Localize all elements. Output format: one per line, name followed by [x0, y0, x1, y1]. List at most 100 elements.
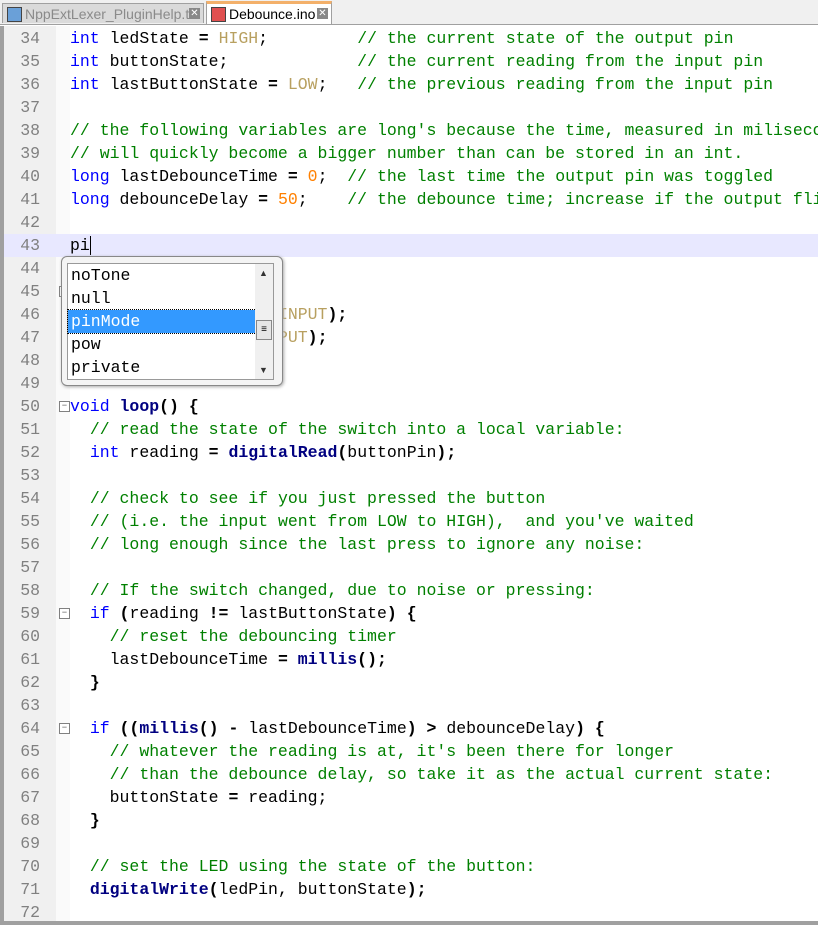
code-line[interactable]: 69	[4, 832, 818, 855]
code-line[interactable]: 37	[4, 96, 818, 119]
code-text: }	[70, 809, 100, 832]
scrollbar[interactable]: ▲ ≡ ▼	[255, 263, 274, 380]
token: lastDebounceTime	[70, 650, 278, 669]
autocomplete-item[interactable]: noTone	[68, 264, 256, 287]
code-line[interactable]: 35 int buttonState; // the current readin…	[4, 50, 818, 73]
token: }	[89, 673, 100, 692]
line-number: 54	[20, 489, 40, 508]
token: -	[228, 719, 239, 738]
code-line[interactable]: 62 }	[4, 671, 818, 694]
code-text: long debounceDelay = 50; // the debounce…	[70, 188, 818, 211]
line-number: 53	[20, 466, 40, 485]
code-line[interactable]: 66 // than the debounce delay, so take i…	[4, 763, 818, 786]
token: (	[208, 880, 219, 899]
line-number: 36	[20, 75, 40, 94]
code-line[interactable]: 65 // whatever the reading is at, it's b…	[4, 740, 818, 763]
code-line[interactable]: 40 long lastDebounceTime = 0; // the last…	[4, 165, 818, 188]
token: long	[70, 190, 110, 209]
token: =	[277, 650, 288, 669]
scroll-thumb[interactable]: ≡	[256, 320, 272, 340]
line-number: 41	[20, 190, 40, 209]
token: long	[70, 167, 110, 186]
code-line[interactable]: 70 // set the LED using the state of the…	[4, 855, 818, 878]
code-line[interactable]: 38 // the following variables are long's …	[4, 119, 818, 142]
code-line[interactable]: 58 // If the switch changed, due to nois…	[4, 579, 818, 602]
fold-toggle-icon[interactable]: −	[59, 723, 70, 734]
code-line[interactable]: 39 // will quickly become a bigger number…	[4, 142, 818, 165]
code-line[interactable]: 56 // long enough since the last press t…	[4, 533, 818, 556]
token: INPUT	[277, 305, 328, 324]
code-text: void loop() {	[70, 395, 199, 418]
code-line[interactable]: 63	[4, 694, 818, 717]
code-line[interactable]: 59 if (reading != lastButtonState) {−	[4, 602, 818, 625]
code-line[interactable]: 43 pi	[4, 234, 818, 257]
code-line[interactable]: 52 int reading = digitalRead(buttonPin);	[4, 441, 818, 464]
code-editor[interactable]: 34 int ledState = HIGH; // the current st…	[0, 26, 818, 921]
line-number: 65	[20, 742, 40, 761]
close-icon[interactable]: ✕	[317, 8, 328, 19]
code-line[interactable]: 61 lastDebounceTime = millis();	[4, 648, 818, 671]
code-line[interactable]: 36 int lastButtonState = LOW; // the prev…	[4, 73, 818, 96]
code-line[interactable]: 50 void loop() {−	[4, 395, 818, 418]
scroll-up-icon[interactable]: ▲	[259, 268, 268, 278]
code-line[interactable]: 57	[4, 556, 818, 579]
autocomplete-item[interactable]: pinMode	[67, 309, 257, 334]
autocomplete-item[interactable]: null	[68, 287, 256, 310]
code-line[interactable]: 54 // check to see if you just pressed t…	[4, 487, 818, 510]
token: ledPin, buttonState	[218, 880, 407, 899]
token: lastButtonState	[99, 75, 269, 94]
code-line[interactable]: 53	[4, 464, 818, 487]
token: debounceDelay	[109, 190, 259, 209]
token: int	[89, 443, 120, 462]
code-line[interactable]: 55 // (i.e. the input went from LOW to H…	[4, 510, 818, 533]
code-text: long lastDebounceTime = 0; // the last t…	[70, 165, 773, 188]
token: reading;	[238, 788, 328, 807]
code-text: if ((millis() - lastDebounceTime) > debo…	[70, 717, 605, 740]
scroll-down-icon[interactable]: ▼	[259, 365, 268, 375]
token: // will quickly become a bigger number t…	[70, 144, 744, 163]
code-line[interactable]: 68 }	[4, 809, 818, 832]
code-line[interactable]: 42	[4, 211, 818, 234]
token: ;	[317, 75, 358, 94]
close-icon[interactable]: ✕	[189, 8, 200, 19]
token: // the current state of the output pin	[357, 29, 734, 48]
code-line[interactable]: 41 long debounceDelay = 50; // the deboun…	[4, 188, 818, 211]
code-line[interactable]: 67 buttonState = reading;	[4, 786, 818, 809]
code-line[interactable]: 64 if ((millis() - lastDebounceTime) > d…	[4, 717, 818, 740]
tab-npp-ext-lexer-help[interactable]: NppExtLexer_PluginHelp.txt ✕	[2, 3, 204, 23]
tab-debounce-ino[interactable]: Debounce.ino ✕	[206, 1, 332, 24]
fold-toggle-icon[interactable]: −	[59, 608, 70, 619]
text-cursor	[89, 236, 91, 255]
code-line[interactable]: 60 // reset the debouncing timer	[4, 625, 818, 648]
token: );	[406, 880, 427, 899]
code-line[interactable]: 34 int ledState = HIGH; // the current st…	[4, 27, 818, 50]
code-line[interactable]: 51 // read the state of the switch into …	[4, 418, 818, 441]
line-number: 72	[20, 903, 40, 921]
code-line[interactable]: 72	[4, 901, 818, 921]
autocomplete-item[interactable]: pow	[68, 333, 256, 356]
autocomplete-item[interactable]: private	[68, 356, 256, 379]
fold-toggle-icon[interactable]: −	[59, 401, 70, 412]
token: digitalRead	[228, 443, 338, 462]
code-line[interactable]: 71 digitalWrite(ledPin, buttonState);	[4, 878, 818, 901]
line-number: 51	[20, 420, 40, 439]
line-number: 45	[20, 282, 40, 301]
token: ;	[258, 29, 358, 48]
autocomplete-list[interactable]: noTone null pinMode pow private	[67, 263, 257, 380]
file-modified-icon	[211, 7, 226, 22]
token: // the debounce time; increase if the ou…	[347, 190, 818, 209]
token: =	[228, 788, 239, 807]
code-text: int lastButtonState = LOW; // the previo…	[70, 73, 773, 96]
